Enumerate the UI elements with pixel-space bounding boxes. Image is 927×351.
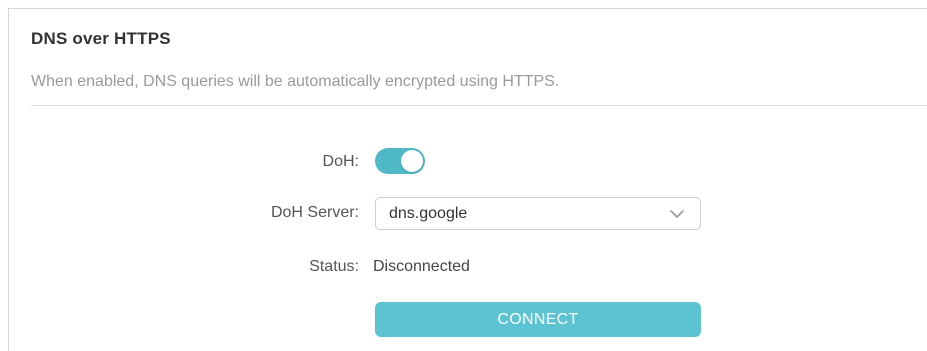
section-title: DNS over HTTPS [31,29,171,48]
divider [31,105,927,106]
doh-server-select[interactable]: dns.google [375,197,701,230]
doh-server-value: dns.google [389,205,468,222]
section-description: When enabled, DNS queries will be automa… [31,73,560,90]
status-label: Status: [309,258,359,275]
status-value: Disconnected [373,258,470,275]
doh-label: DoH: [322,153,359,170]
doh-toggle[interactable] [375,148,425,174]
connect-button[interactable]: CONNECT [375,302,701,337]
chevron-down-icon [670,210,684,218]
dns-over-https-panel: DNS over HTTPS When enabled, DNS queries… [8,8,927,351]
toggle-knob [401,150,423,172]
doh-server-label: DoH Server: [270,204,359,221]
